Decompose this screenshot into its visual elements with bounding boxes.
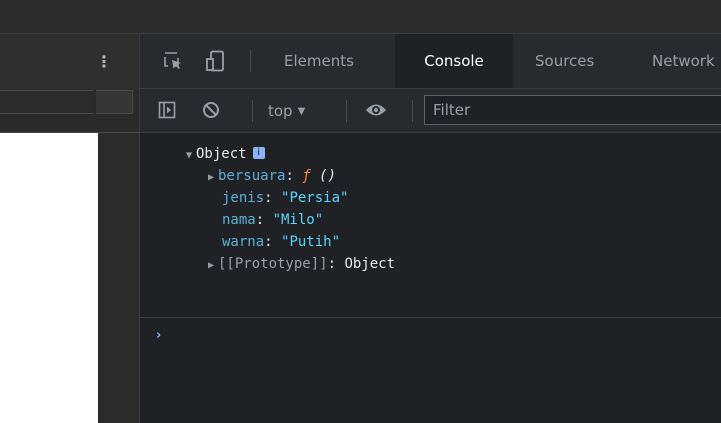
- toolbar-separator: [412, 100, 413, 122]
- more-options-icon[interactable]: ⋮: [96, 52, 112, 72]
- property-value: "Putih": [281, 234, 341, 250]
- prototype-key: [[Prototype]]: [218, 256, 328, 272]
- toolbar-separator: [346, 100, 347, 122]
- collapse-triangle-icon[interactable]: ▶: [208, 167, 218, 189]
- property-row[interactable]: jenis: "Persia": [222, 187, 348, 209]
- property-value: "Persia": [281, 190, 349, 206]
- tab-sources[interactable]: Sources: [535, 34, 594, 88]
- property-key: warna: [222, 234, 265, 250]
- prototype-value: Object: [344, 256, 396, 272]
- browser-page-pane: ⋮: [0, 34, 139, 423]
- property-key: jenis: [222, 190, 265, 206]
- page-address-field-end: [96, 90, 133, 114]
- console-prompt-icon[interactable]: ›: [156, 325, 161, 347]
- filter-input[interactable]: [425, 96, 721, 124]
- tab-separator: [250, 50, 251, 72]
- sidebar-toggle-icon[interactable]: [154, 97, 180, 123]
- property-separator: :: [285, 168, 303, 184]
- context-selector[interactable]: top ▼: [268, 99, 305, 123]
- expand-triangle-icon[interactable]: ▼: [186, 145, 196, 167]
- property-separator: :: [264, 234, 282, 250]
- property-row[interactable]: ▶ bersuara: ƒ (): [208, 165, 336, 187]
- property-row[interactable]: nama: "Milo": [222, 209, 323, 231]
- function-args: (): [310, 168, 337, 184]
- property-row[interactable]: warna: "Putih": [222, 231, 340, 253]
- function-symbol: ƒ: [302, 168, 311, 184]
- device-toolbar-icon[interactable]: [203, 48, 229, 74]
- chevron-down-icon: ▼: [297, 106, 306, 117]
- tab-console[interactable]: Console: [395, 34, 513, 88]
- page-toolbar: ⋮: [0, 34, 139, 90]
- page-scroll-gutter: [98, 133, 135, 423]
- console-toolbar: top ▼: [140, 89, 721, 133]
- page-address-field[interactable]: [0, 90, 93, 114]
- live-expression-icon[interactable]: [363, 97, 389, 123]
- property-value: "Milo": [272, 212, 324, 228]
- object-header[interactable]: ▼ Object i: [186, 143, 265, 165]
- page-viewport: [0, 133, 98, 423]
- context-label: top: [268, 102, 293, 120]
- toolbar-separator: [252, 100, 253, 122]
- property-key: bersuara: [218, 168, 286, 184]
- devtools-panel: Elements Console Sources Network top ▼ F…: [139, 34, 721, 423]
- collapse-triangle-icon[interactable]: ▶: [208, 255, 218, 277]
- devtools-tabbar: Elements Console Sources Network: [140, 34, 721, 89]
- object-label: Object: [196, 146, 247, 162]
- tab-network[interactable]: Network: [652, 34, 715, 88]
- tab-elements[interactable]: Elements: [284, 34, 354, 88]
- property-separator: :: [264, 190, 282, 206]
- inspect-element-icon[interactable]: [160, 48, 186, 74]
- filter-field[interactable]: [424, 95, 721, 125]
- property-separator: :: [255, 212, 273, 228]
- info-icon[interactable]: i: [252, 147, 265, 159]
- window-top-bar: [0, 0, 721, 34]
- property-separator: :: [327, 256, 345, 272]
- property-key: nama: [222, 212, 256, 228]
- clear-console-icon[interactable]: [198, 97, 224, 123]
- console-divider: [140, 317, 721, 318]
- console-output: ▼ Object i ▶ bersuara: ƒ () jenis: "Persia"…: [140, 133, 721, 423]
- prototype-row[interactable]: ▶ [[Prototype]]: Object: [208, 253, 395, 275]
